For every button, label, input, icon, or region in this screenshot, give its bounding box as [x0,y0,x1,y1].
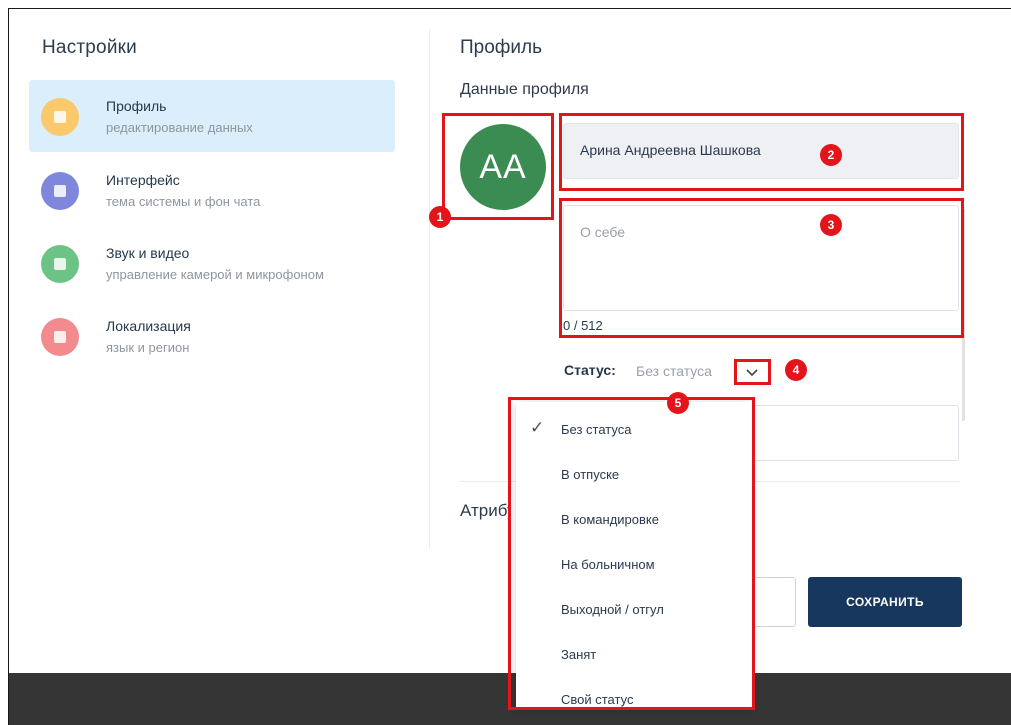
annotation-box-about [559,198,964,338]
annotation-box-dropdown [508,397,755,710]
cancel-button[interactable] [749,577,796,627]
nav-item-profile[interactable]: Профиль редактирование данных [29,80,395,152]
save-button[interactable]: СОХРАНИТЬ [808,577,962,627]
annotation-box-avatar [442,113,554,220]
annotation-badge: 4 [785,359,807,381]
settings-title: Настройки [42,37,137,58]
profile-icon [41,98,79,136]
annotation-badge: 2 [820,144,842,166]
nav-item-sound-video[interactable]: Звук и видео управление камерой и микроф… [29,227,395,299]
section-title: Данные профиля [460,81,589,98]
annotation-badge: 5 [667,392,689,414]
nav-item-description: тема системы и фон чата [106,194,261,209]
nav-item-label: Профиль [106,98,167,114]
nav-item-label: Интерфейс [106,172,180,188]
attributes-title: Атрибуты [460,501,510,520]
interface-icon [41,172,79,210]
nav-item-description: редактирование данных [106,120,253,135]
page-title: Профиль [460,37,543,58]
annotation-badge: 1 [429,206,451,228]
status-label: Статус: [564,362,616,378]
annotation-box-chevron [734,359,771,385]
nav-item-description: управление камерой и микрофоном [106,267,324,282]
annotation-box-name [559,113,964,191]
panel-divider [429,29,430,549]
globe-icon [41,318,79,356]
nav-item-description: язык и регион [106,340,190,355]
nav-item-localization[interactable]: Локализация язык и регион [29,300,395,372]
annotation-badge: 3 [820,214,842,236]
nav-item-interface[interactable]: Интерфейс тема системы и фон чата [29,154,395,226]
video-icon [41,245,79,283]
status-value: Без статуса [636,363,712,379]
status-text-field[interactable] [749,405,959,461]
nav-item-label: Локализация [106,318,191,334]
nav-item-label: Звук и видео [106,245,190,261]
settings-window: Настройки Профиль редактирование данных … [8,8,1011,725]
